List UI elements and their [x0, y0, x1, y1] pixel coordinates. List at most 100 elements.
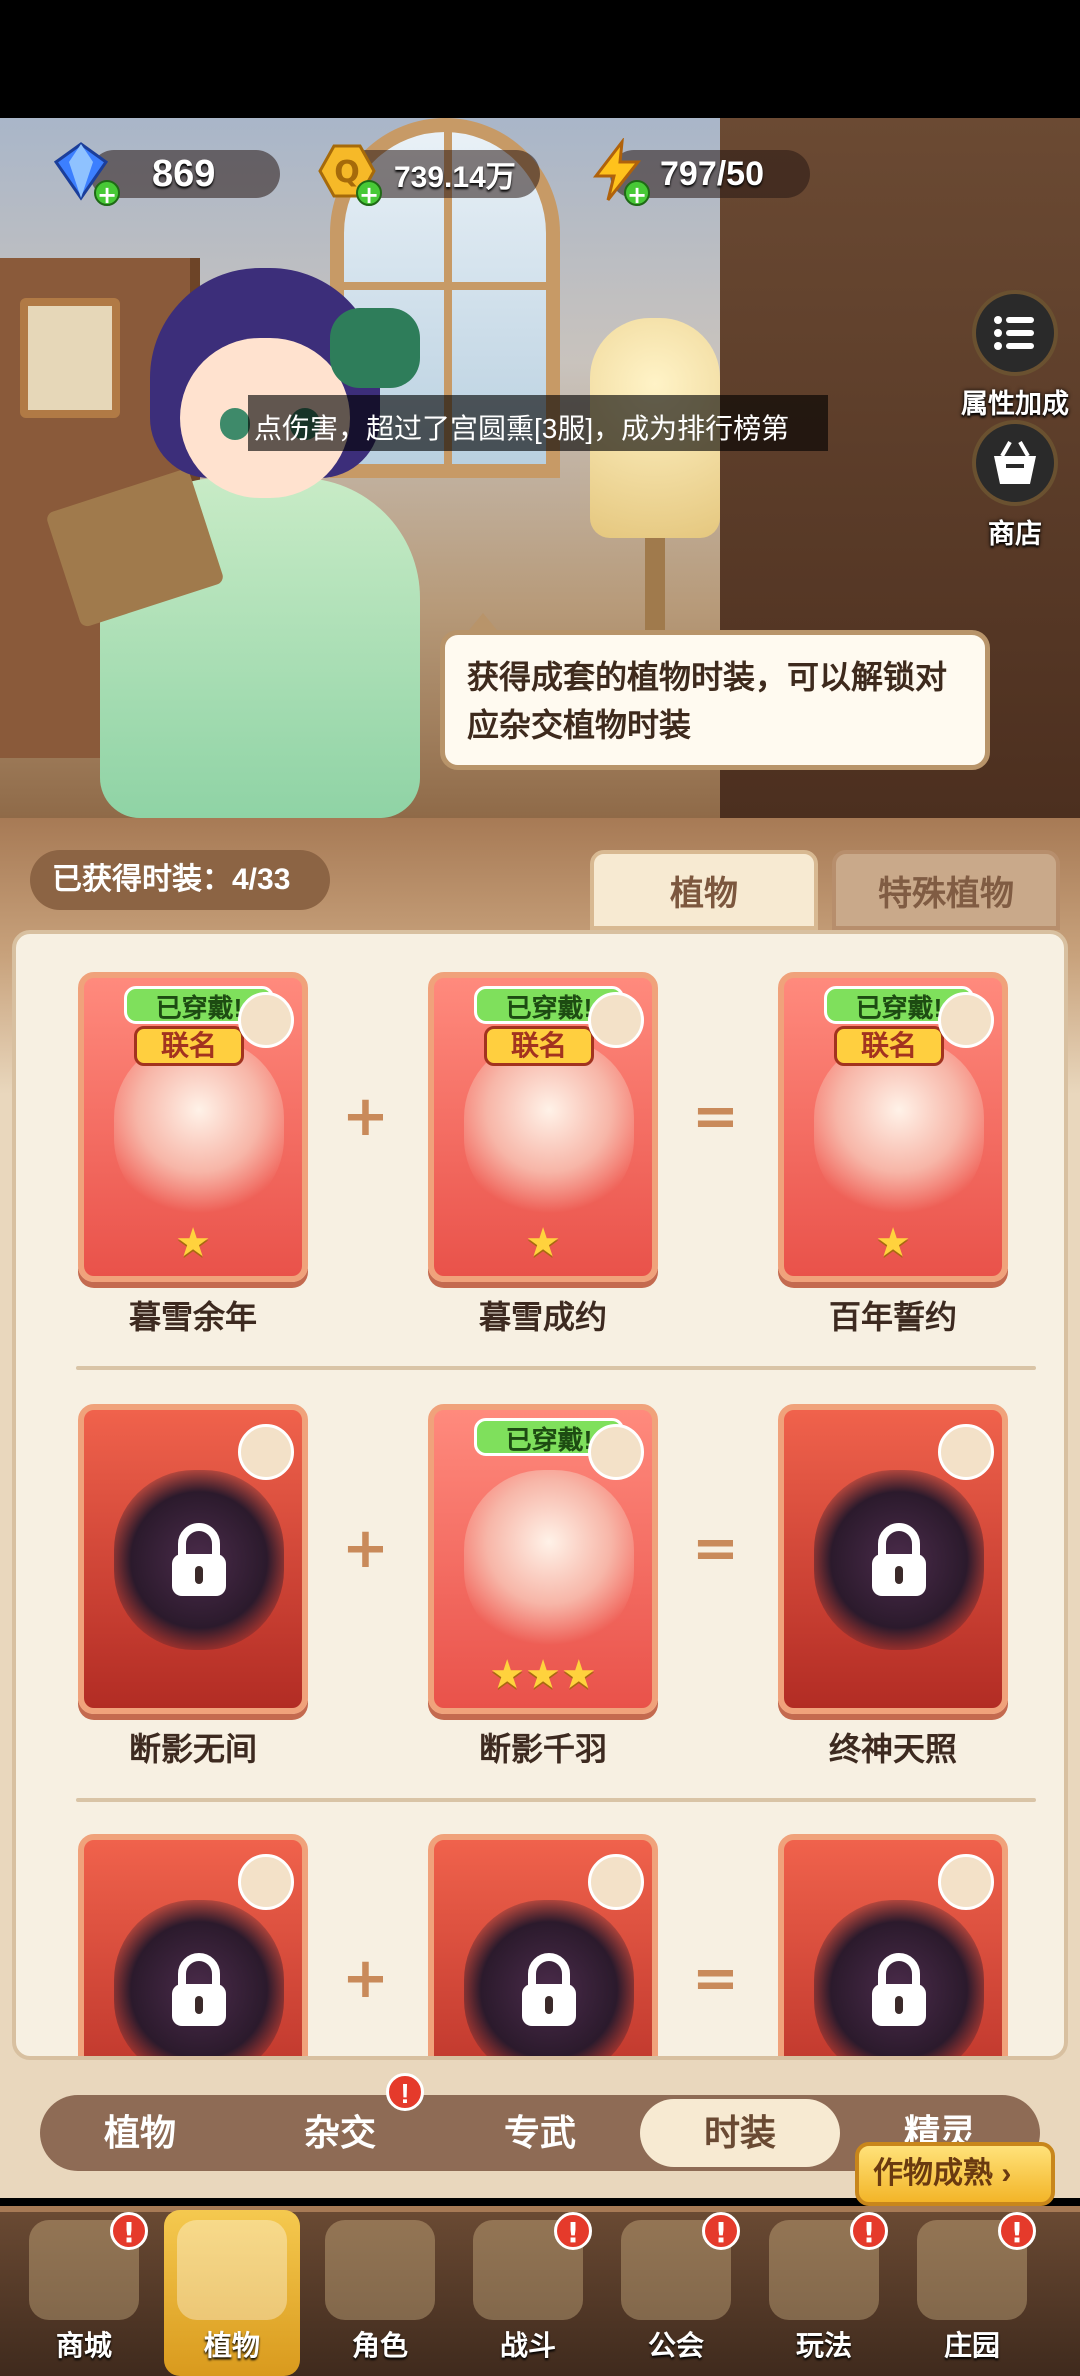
plus-operator: + [342, 1084, 389, 1149]
outfit-card[interactable] [778, 1834, 1008, 2056]
shop-button[interactable]: 商店 [950, 420, 1080, 551]
outfit-card[interactable] [428, 1834, 658, 2056]
avatar [588, 1854, 644, 1910]
tab-special-plants[interactable]: 特殊植物 [832, 850, 1060, 930]
star-rating: ★ [875, 1220, 911, 1266]
status-bar [0, 0, 1080, 118]
alert-badge: ! [110, 2212, 148, 2250]
outfit-grid: 已穿戴! 联名 ★ 暮雪余年 + 已穿戴! 联名 ★ 暮雪成约 = 已穿戴! 联… [12, 930, 1068, 2060]
collab-tag: 联名 [834, 1026, 944, 1066]
nav-item-manor[interactable]: 庄园 ! [904, 2210, 1040, 2376]
lock-icon [172, 1523, 226, 1596]
coin-plus-button[interactable]: + [356, 180, 382, 208]
outfit-name: 断影千羽 [478, 1731, 607, 1767]
outfit-art [464, 1470, 634, 1650]
outfit-name: 终神天照 [828, 1731, 957, 1767]
subtab-plants[interactable]: 植物 [40, 2099, 240, 2167]
tab-plants[interactable]: 植物 [590, 850, 818, 930]
avatar [238, 992, 294, 1048]
shop-basket-icon [972, 420, 1058, 506]
outfit-card[interactable]: 已穿戴! ★★★ [428, 1404, 658, 1714]
alert-badge: ! [998, 2212, 1036, 2250]
lock-icon [872, 1953, 926, 2026]
nav-label: 庄园 [943, 2330, 1000, 2361]
tab-plants-label: 植物 [670, 875, 738, 913]
outfit-card[interactable]: 已穿戴! 联名 ★ [428, 972, 658, 1282]
subtab-weapon-label: 专武 [503, 2112, 576, 2153]
avatar [588, 1424, 644, 1480]
subtab-outfit[interactable]: 时装 [640, 2099, 840, 2167]
nav-label: 公会 [647, 2330, 704, 2361]
broadcast-marquee: 点伤害，超过了宫圆熏[3服]，成为排行榜第 [248, 395, 828, 451]
nav-label: 战斗 [499, 2330, 556, 2361]
subtab-weapon[interactable]: 专武 [440, 2099, 640, 2167]
outfit-card[interactable]: 已穿戴! 联名 ★ [78, 972, 308, 1282]
outfit-name: 断影无间 [128, 1731, 257, 1767]
list-icon [972, 290, 1058, 376]
nav-item-mall[interactable]: 商城 ! [16, 2210, 152, 2376]
svg-text:Q: Q [334, 155, 360, 190]
gem-value: 869 [152, 152, 216, 195]
speech-text: 获得成套的植物时装，可以解锁对应杂交植物时装 [467, 659, 948, 743]
outfit-name: 百年誓约 [828, 1299, 957, 1335]
alert-badge: ! [554, 2212, 592, 2250]
nav-item-battle[interactable]: 战斗 ! [460, 2210, 596, 2376]
plants-icon [177, 2220, 287, 2320]
star-rating: ★ [525, 1220, 561, 1266]
outfit-card[interactable] [78, 1834, 308, 2056]
alert-badge: ! [702, 2212, 740, 2250]
row-divider [76, 1366, 1036, 1370]
subtab-hybrid[interactable]: 杂交 ! [240, 2073, 440, 2167]
subtab-hybrid-label: 杂交 [303, 2112, 376, 2153]
row-divider [76, 1798, 1036, 1802]
collab-tag: 联名 [484, 1026, 594, 1066]
subtab-plants-label: 植物 [103, 2112, 176, 2153]
outfit-card[interactable]: 已穿戴! 联名 ★ [778, 972, 1008, 1282]
energy-plus-button[interactable]: + [624, 180, 650, 208]
plus-operator: + [342, 1946, 389, 2011]
star-rating: ★★★ [489, 1652, 597, 1698]
gem-plus-button[interactable]: + [94, 180, 120, 208]
outfit-name: 暮雪余年 [128, 1299, 257, 1335]
tab-special-plants-label: 特殊植物 [878, 875, 1014, 913]
energy-value: 797/50 [660, 154, 764, 193]
attribute-bonus-button[interactable]: 属性加成 [950, 290, 1080, 421]
collab-tag: 联名 [134, 1026, 244, 1066]
shop-label: 商店 [988, 519, 1042, 550]
character-icon [325, 2220, 435, 2320]
equals-operator: = [692, 1946, 739, 2011]
subtab-outfit-label: 时装 [703, 2112, 776, 2153]
lock-icon [872, 1523, 926, 1596]
app-root: 869 + 739.14万 Q + 797/50 + 点伤害，超过了宫圆熏[3服… [0, 0, 1080, 2376]
equals-operator: = [692, 1084, 739, 1149]
outfit-card[interactable] [78, 1404, 308, 1714]
npc-character [45, 248, 440, 818]
plus-operator: + [342, 1516, 389, 1581]
crop-ready-button[interactable]: 作物成熟 › [855, 2142, 1055, 2206]
nav-label: 商城 [55, 2330, 112, 2361]
star-rating: ★ [175, 1220, 211, 1266]
attribute-bonus-label: 属性加成 [961, 389, 1069, 420]
avatar [938, 1854, 994, 1910]
nav-label: 玩法 [795, 2330, 852, 2361]
nav-item-gameplay[interactable]: 玩法 ! [756, 2210, 892, 2376]
obtained-count-text: 已获得时装：4/33 [52, 863, 291, 896]
lock-icon [172, 1953, 226, 2026]
alert-badge: ! [850, 2212, 888, 2250]
coin-value: 739.14万 [394, 161, 516, 194]
npc-speech-bubble: 获得成套的植物时装，可以解锁对应杂交植物时装 [440, 613, 990, 770]
outfit-card[interactable] [778, 1404, 1008, 1714]
crop-ready-label: 作物成熟 › [873, 2157, 1012, 2190]
nav-label: 角色 [351, 2330, 408, 2361]
avatar [588, 992, 644, 1048]
obtained-count: 已获得时装：4/33 [30, 850, 330, 910]
outfit-name: 暮雪成约 [478, 1299, 607, 1335]
equals-operator: = [692, 1516, 739, 1581]
nav-item-characters[interactable]: 角色 [312, 2210, 448, 2376]
nav-item-guild[interactable]: 公会 ! [608, 2210, 744, 2376]
avatar [938, 1424, 994, 1480]
avatar [238, 1424, 294, 1480]
nav-item-plants[interactable]: 植物 [164, 2210, 300, 2376]
nav-label: 植物 [203, 2330, 260, 2361]
marquee-text: 点伤害，超过了宫圆熏[3服]，成为排行榜第 [254, 413, 790, 444]
